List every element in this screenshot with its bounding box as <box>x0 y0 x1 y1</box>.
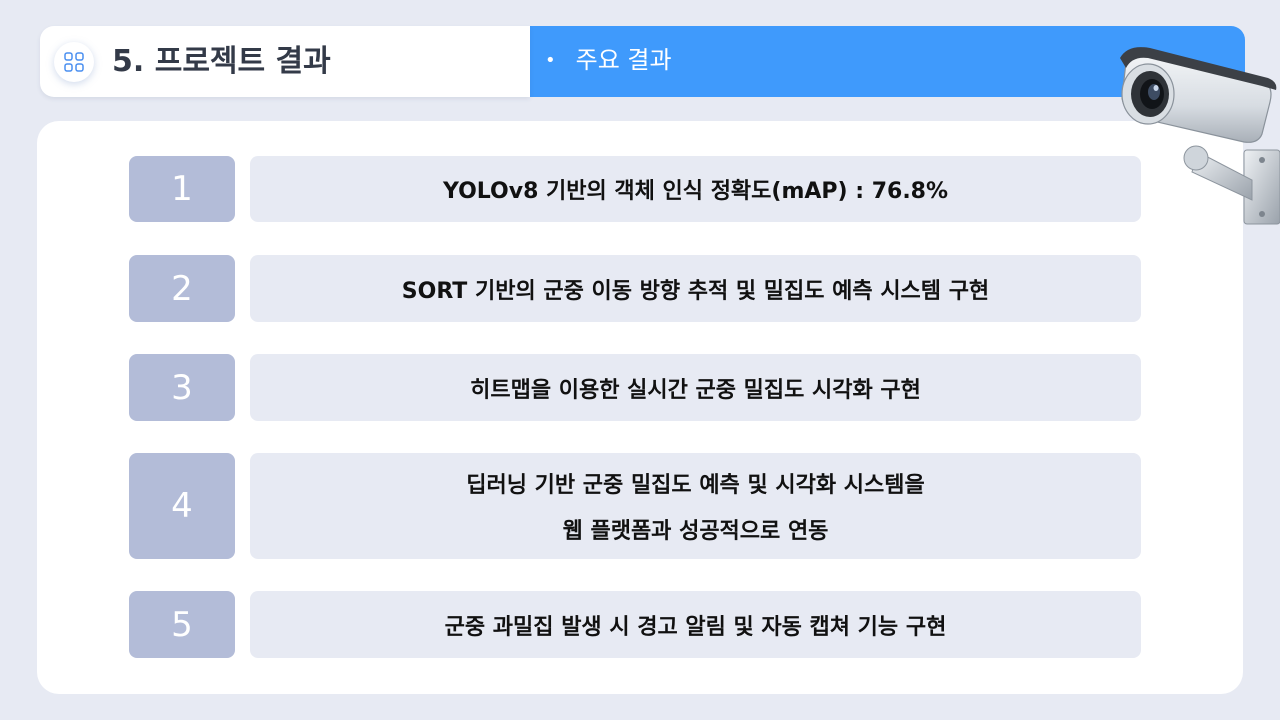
page-title: 5. 프로젝트 결과 <box>112 44 331 79</box>
result-line: 히트맵을 이용한 실시간 군중 밀집도 시각화 구현 <box>470 377 921 403</box>
result-number: 1 <box>129 156 235 222</box>
result-row-1: 1 YOLOv8 기반의 객체 인식 정확도(mAP) : 76.8% <box>129 156 1141 222</box>
grid-icon <box>54 42 94 82</box>
result-text: SORT 기반의 군중 이동 방향 추적 및 밀집도 예측 시스템 구현 <box>250 255 1141 322</box>
result-row-5: 5 군중 과밀집 발생 시 경고 알림 및 자동 캡쳐 기능 구현 <box>129 591 1141 658</box>
result-number: 2 <box>129 255 235 322</box>
security-camera-icon <box>1112 40 1280 230</box>
result-number: 3 <box>129 354 235 421</box>
results-card: 1 YOLOv8 기반의 객체 인식 정확도(mAP) : 76.8% 2 SO… <box>37 121 1243 694</box>
result-text: YOLOv8 기반의 객체 인식 정확도(mAP) : 76.8% <box>250 156 1141 222</box>
subtitle-text: 주요 결과 <box>575 46 672 74</box>
section-subtitle: • 주요 결과 <box>545 26 672 95</box>
result-text: 딥러닝 기반 군중 밀집도 예측 및 시각화 시스템을 웹 플랫폼과 성공적으로… <box>250 453 1141 559</box>
result-line: 군중 과밀집 발생 시 경고 알림 및 자동 캡쳐 기능 구현 <box>444 614 947 640</box>
result-row-2: 2 SORT 기반의 군중 이동 방향 추적 및 밀집도 예측 시스템 구현 <box>129 255 1141 322</box>
result-line: 딥러닝 기반 군중 밀집도 예측 및 시각화 시스템을 <box>466 473 925 498</box>
result-row-3: 3 히트맵을 이용한 실시간 군중 밀집도 시각화 구현 <box>129 354 1141 421</box>
result-row-4: 4 딥러닝 기반 군중 밀집도 예측 및 시각화 시스템을 웹 플랫폼과 성공적… <box>129 453 1141 559</box>
result-line: 웹 플랫폼과 성공적으로 연동 <box>562 519 829 544</box>
result-text: 히트맵을 이용한 실시간 군중 밀집도 시각화 구현 <box>250 354 1141 421</box>
title-box: 5. 프로젝트 결과 <box>40 26 530 97</box>
result-number: 4 <box>129 453 235 559</box>
result-line: SORT 기반의 군중 이동 방향 추적 및 밀집도 예측 시스템 구현 <box>401 278 990 304</box>
bullet: • <box>545 50 556 71</box>
result-line: YOLOv8 기반의 객체 인식 정확도(mAP) : 76.8% <box>442 179 949 204</box>
result-text: 군중 과밀집 발생 시 경고 알림 및 자동 캡쳐 기능 구현 <box>250 591 1141 658</box>
result-number: 5 <box>129 591 235 658</box>
